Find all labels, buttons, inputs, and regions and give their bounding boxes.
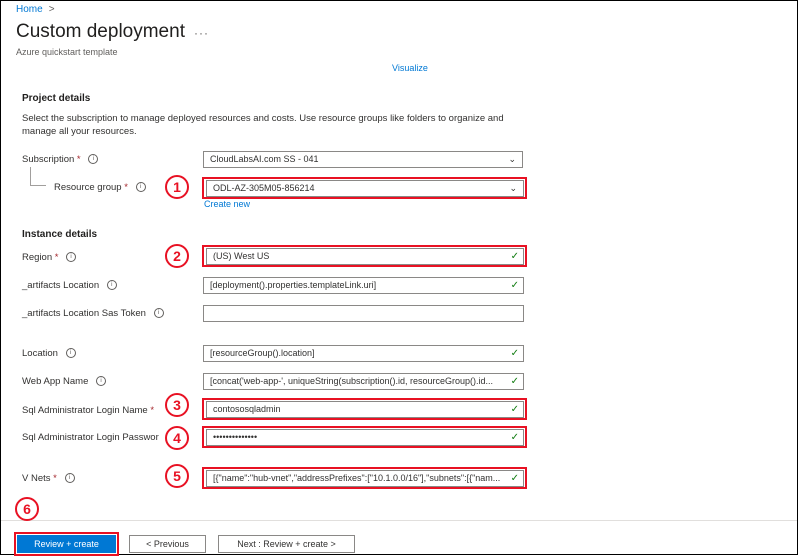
subscription-value: CloudLabsAI.com SS - 041 <box>210 154 319 164</box>
web-app-name-value: [concat('web-app-', uniqueString(subscri… <box>210 376 494 386</box>
step-badge-6: 6 <box>15 497 39 521</box>
required-marker: * <box>124 182 128 193</box>
check-icon: ✓ <box>510 280 519 291</box>
web-app-name-label: Web App Name i <box>22 376 107 387</box>
location-value: [resourceGroup().location] <box>210 348 315 358</box>
tree-connector-horizontal <box>30 185 46 186</box>
sql-login-password-label-text: Sql Administrator Login Passwor <box>22 432 159 443</box>
breadcrumb-home-link[interactable]: Home <box>16 4 43 15</box>
visualize-link[interactable]: Visualize <box>392 63 428 73</box>
check-icon: ✓ <box>510 348 519 359</box>
info-icon[interactable]: i <box>66 252 77 263</box>
required-marker: * <box>150 405 155 416</box>
subscription-label: Subscription * i <box>22 154 99 165</box>
required-marker: * <box>76 154 81 165</box>
artifacts-sas-input[interactable] <box>203 305 524 322</box>
artifacts-location-value: [deployment().properties.templateLink.ur… <box>210 280 377 290</box>
info-icon[interactable]: i <box>65 348 76 359</box>
sql-login-name-label: Sql Administrator Login Name * <box>22 405 154 416</box>
step-badge-5: 5 <box>165 464 189 488</box>
subscription-dropdown[interactable]: CloudLabsAI.com SS - 041 ⌄ <box>203 151 523 168</box>
page-title: Custom deployment <box>16 21 185 42</box>
highlight-box-6 <box>14 532 119 556</box>
artifacts-sas-label: _artifacts Location Sas Token i <box>22 308 164 319</box>
info-icon[interactable]: i <box>135 182 146 193</box>
create-new-link[interactable]: Create new <box>204 199 250 209</box>
footer-divider <box>1 520 797 521</box>
sql-login-name-label-text: Sql Administrator Login Name <box>22 405 148 416</box>
highlight-box-4 <box>202 426 527 448</box>
resource-group-label: Resource group * i <box>54 182 146 193</box>
web-app-name-input[interactable]: [concat('web-app-', uniqueString(subscri… <box>203 373 524 390</box>
next-review-create-button[interactable]: Next : Review + create > <box>218 535 355 553</box>
region-label-text: Region <box>22 252 53 263</box>
artifacts-location-label-text: _artifacts Location <box>22 280 100 291</box>
highlight-box-3 <box>202 398 527 420</box>
info-icon[interactable]: i <box>153 308 164 319</box>
highlight-box-1 <box>202 177 527 199</box>
check-icon: ✓ <box>510 376 519 387</box>
artifacts-location-label: _artifacts Location i <box>22 280 117 291</box>
location-label: Location i <box>22 348 76 359</box>
info-icon[interactable]: i <box>106 280 117 291</box>
step-badge-3: 3 <box>165 393 189 417</box>
project-details-description: Select the subscription to manage deploy… <box>22 113 504 137</box>
more-options-button[interactable]: ··· <box>194 26 209 40</box>
info-icon[interactable]: i <box>96 376 107 387</box>
highlight-box-2 <box>202 245 527 267</box>
chevron-down-icon: ⌄ <box>508 154 516 164</box>
instance-details-heading: Instance details <box>22 229 98 240</box>
project-details-heading: Project details <box>22 93 91 104</box>
location-input[interactable]: [resourceGroup().location] ✓ <box>203 345 524 362</box>
region-label: Region * i <box>22 252 77 263</box>
resource-group-label-text: Resource group <box>54 182 122 193</box>
vnets-label: V Nets * i <box>22 473 75 484</box>
artifacts-sas-label-text: _artifacts Location Sas Token <box>22 308 146 319</box>
breadcrumb: Home > <box>16 4 55 15</box>
location-label-text: Location <box>22 348 58 359</box>
sql-login-password-label: Sql Administrator Login Passwor <box>22 432 159 443</box>
tree-connector-vertical <box>30 167 31 185</box>
subscription-label-text: Subscription <box>22 154 75 165</box>
highlight-box-5 <box>202 467 527 489</box>
web-app-name-label-text: Web App Name <box>22 376 89 387</box>
info-icon[interactable]: i <box>88 154 99 165</box>
breadcrumb-separator: > <box>48 4 55 15</box>
vnets-label-text: V Nets <box>22 473 51 484</box>
required-marker: * <box>53 473 57 484</box>
page-subtitle: Azure quickstart template <box>16 47 118 57</box>
info-icon[interactable]: i <box>64 473 75 484</box>
required-marker: * <box>54 252 59 263</box>
previous-button[interactable]: < Previous <box>129 535 206 553</box>
artifacts-location-input[interactable]: [deployment().properties.templateLink.ur… <box>203 277 524 294</box>
step-badge-2: 2 <box>165 244 189 268</box>
step-badge-4: 4 <box>165 426 189 450</box>
step-badge-1: 1 <box>165 175 189 199</box>
